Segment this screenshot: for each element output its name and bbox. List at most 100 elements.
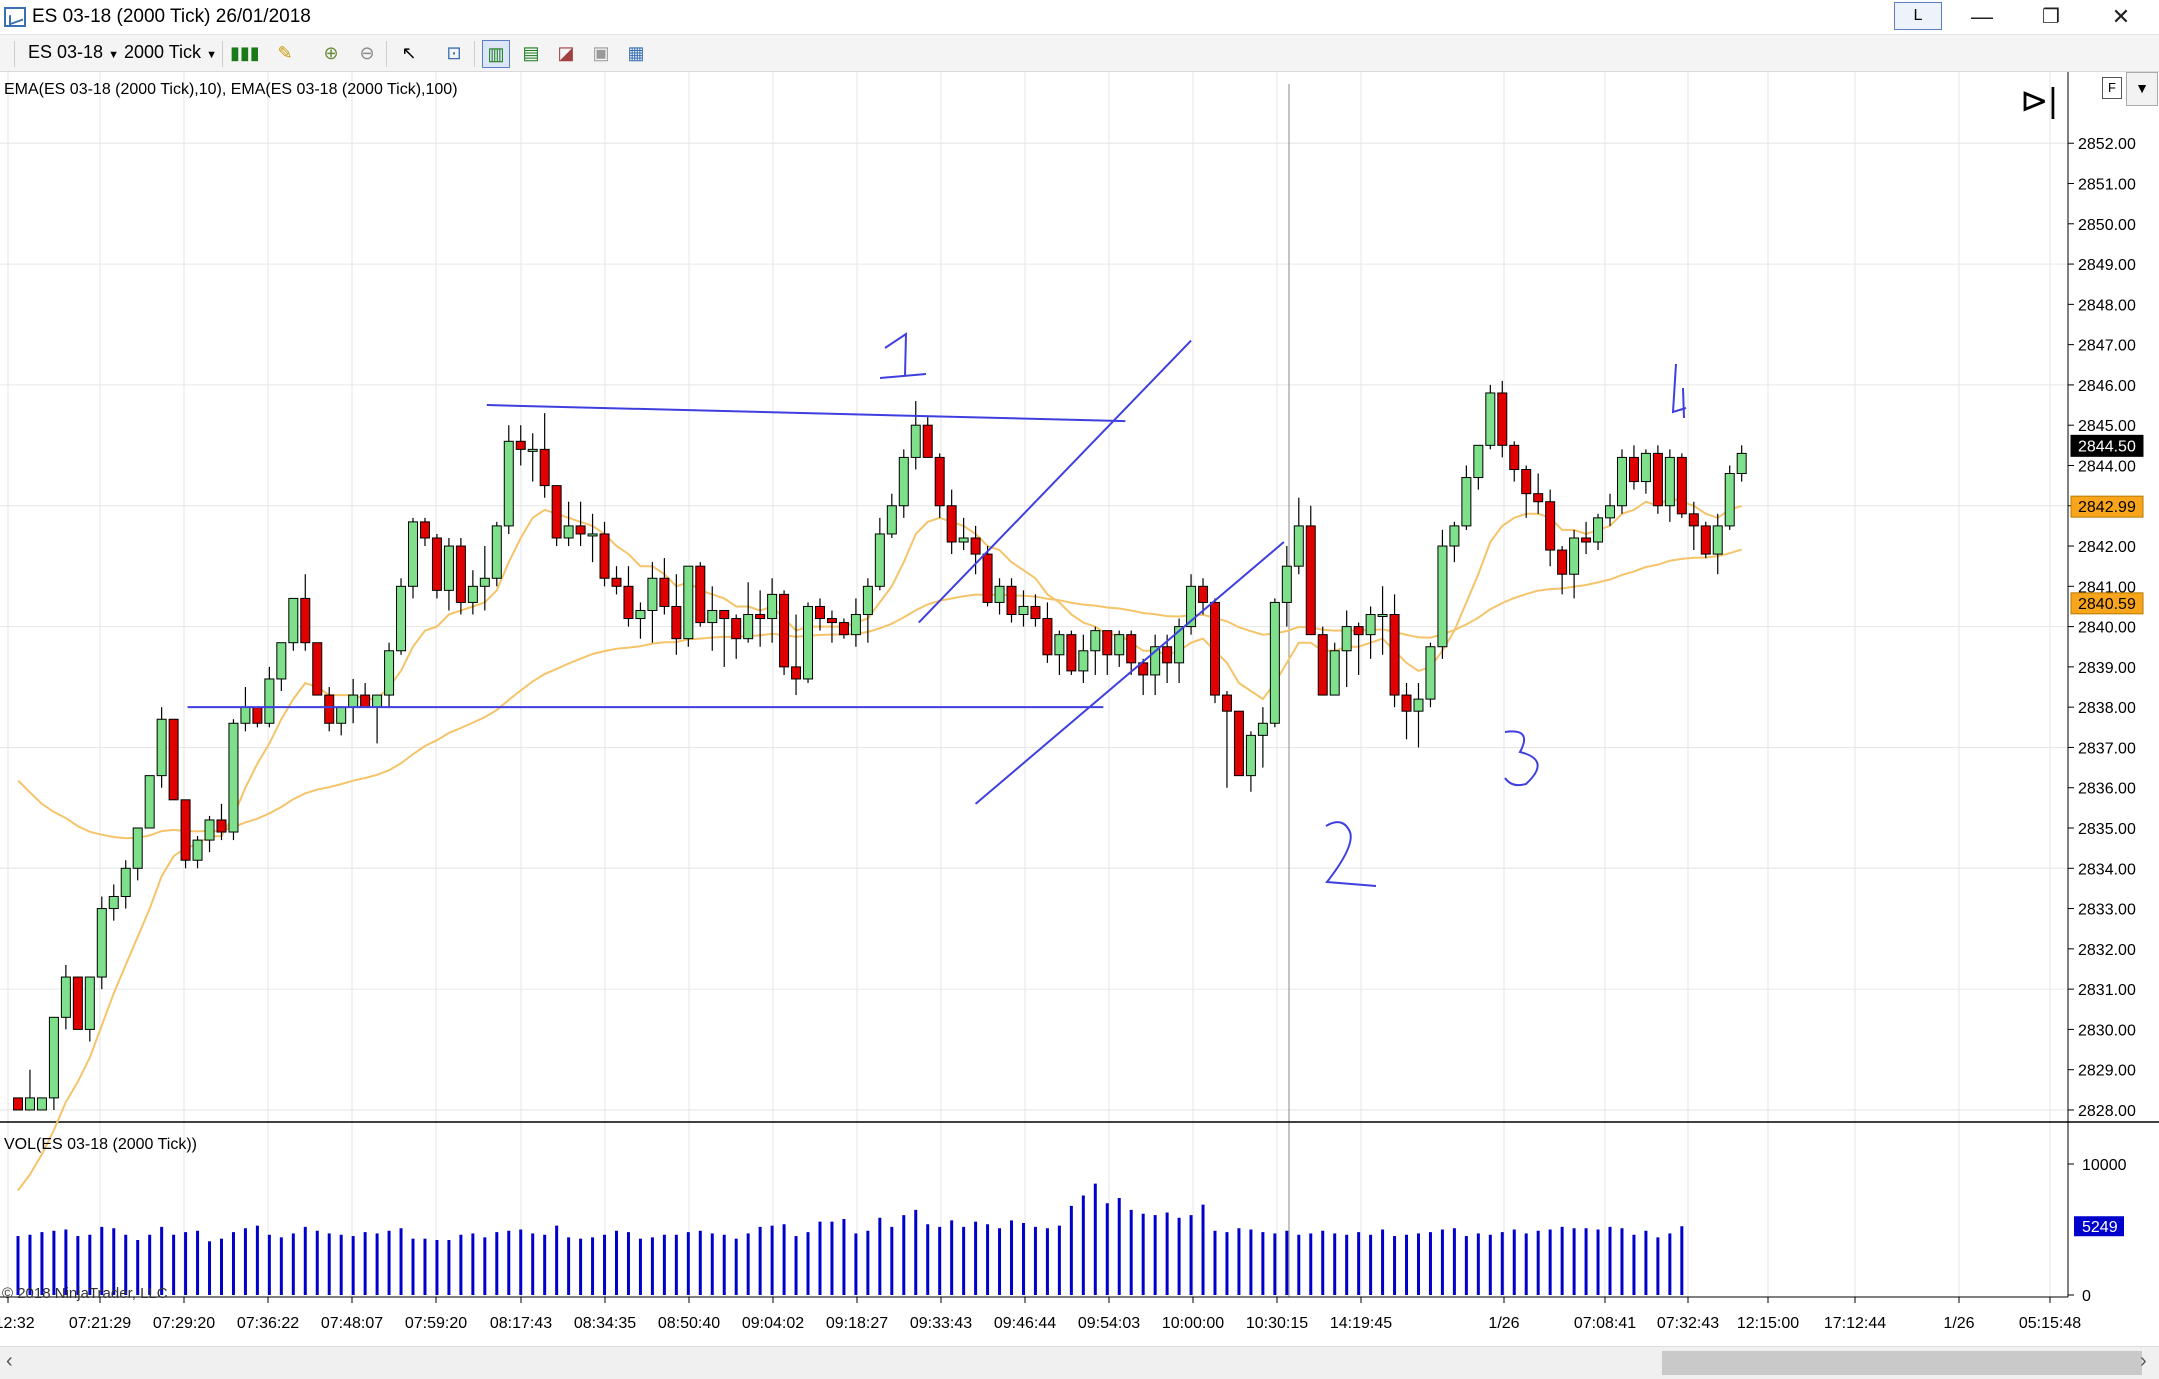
candle-body[interactable] xyxy=(13,1097,23,1111)
indicators-icon[interactable]: ◪ xyxy=(553,40,579,66)
candle-body[interactable] xyxy=(1341,626,1352,652)
strategies-icon[interactable]: ▤ xyxy=(518,40,544,66)
candle-body[interactable] xyxy=(563,525,574,539)
scroll-left-icon[interactable]: ‹ xyxy=(6,1350,13,1373)
candle-body[interactable] xyxy=(1509,444,1520,471)
candle-body[interactable] xyxy=(587,533,598,537)
candle-body[interactable] xyxy=(970,537,981,555)
candle-body[interactable] xyxy=(1257,722,1268,736)
candle-body[interactable] xyxy=(755,614,766,620)
candle-body[interactable] xyxy=(1066,634,1077,672)
candle-body[interactable] xyxy=(850,614,861,636)
candle-body[interactable] xyxy=(1736,452,1747,475)
chart-trader-icon[interactable]: ▥ xyxy=(482,40,510,68)
candle-body[interactable] xyxy=(695,565,706,624)
candle-body[interactable] xyxy=(671,605,682,640)
candle-body[interactable] xyxy=(1593,517,1604,543)
candle-body[interactable] xyxy=(192,839,203,861)
candle-body[interactable] xyxy=(982,553,993,603)
candle-body[interactable] xyxy=(599,533,610,579)
candle-body[interactable] xyxy=(1437,545,1448,648)
candle-body[interactable] xyxy=(539,448,550,487)
candle-body[interactable] xyxy=(779,593,790,668)
candle-body[interactable] xyxy=(731,618,742,640)
chevron-down-icon[interactable]: ▼ xyxy=(2126,72,2158,106)
scrollbar-thumb[interactable] xyxy=(1662,1351,2142,1375)
candle-body[interactable] xyxy=(1724,473,1735,527)
candle-body[interactable] xyxy=(216,819,227,833)
candle-body[interactable] xyxy=(276,642,287,680)
candle-body[interactable] xyxy=(419,521,430,539)
restore-button[interactable]: ❐ xyxy=(2021,0,2081,34)
candle-body[interactable] xyxy=(1353,626,1364,636)
candle-body[interactable] xyxy=(431,537,442,591)
candle-body[interactable] xyxy=(647,577,658,611)
zoom-out-icon[interactable]: ⊖ xyxy=(354,40,380,66)
candle-body[interactable] xyxy=(168,718,179,801)
candle-body[interactable] xyxy=(611,577,622,587)
candle-body[interactable] xyxy=(1221,694,1232,712)
horizontal-scrollbar[interactable]: ‹ › xyxy=(0,1346,2159,1379)
candle-body[interactable] xyxy=(372,694,383,708)
candle-body[interactable] xyxy=(144,775,155,829)
candle-body[interactable] xyxy=(1030,605,1041,620)
candle-body[interactable] xyxy=(1162,646,1173,664)
resistance-line[interactable] xyxy=(486,404,1126,423)
candle-body[interactable] xyxy=(1210,601,1220,696)
candle-body[interactable] xyxy=(1461,477,1472,527)
candle-body[interactable] xyxy=(719,609,730,620)
candle-body[interactable] xyxy=(180,799,191,861)
candle-body[interactable] xyxy=(228,722,239,833)
candle-body[interactable] xyxy=(1293,525,1304,567)
candle-body[interactable] xyxy=(814,605,825,620)
candle-body[interactable] xyxy=(910,424,921,458)
scroll-right-icon[interactable]: › xyxy=(2140,1350,2147,1373)
candle-body[interactable] xyxy=(252,706,263,724)
candle-body[interactable] xyxy=(1640,452,1651,483)
candle-body[interactable] xyxy=(1269,601,1280,724)
candle-body[interactable] xyxy=(1485,392,1496,446)
candle-body[interactable] xyxy=(1616,456,1627,507)
candle-body[interactable] xyxy=(1317,634,1328,696)
candle-body[interactable] xyxy=(826,618,837,624)
candle-body[interactable] xyxy=(1581,537,1592,543)
candle-body[interactable] xyxy=(1605,505,1616,519)
candle-body[interactable] xyxy=(336,706,347,724)
candle-body[interactable] xyxy=(1389,614,1400,696)
candle-body[interactable] xyxy=(300,597,311,644)
candle-body[interactable] xyxy=(1545,501,1556,551)
candlestick-style-icon[interactable]: ▮▮▮ xyxy=(230,40,260,66)
candle-body[interactable] xyxy=(1018,605,1029,616)
candle-body[interactable] xyxy=(1365,614,1376,636)
candle-body[interactable] xyxy=(1198,585,1209,603)
candle-body[interactable] xyxy=(1329,650,1340,696)
chart-area[interactable]: 2852.00 2851.00 2850.00 2849.00 2848.00 2847.… xyxy=(0,72,2159,1352)
candle-body[interactable] xyxy=(408,521,419,587)
candle-body[interactable] xyxy=(120,867,131,897)
candle-body[interactable] xyxy=(659,577,670,607)
pointer-tool-icon[interactable]: ↖ xyxy=(396,40,422,66)
channel-upper-line[interactable] xyxy=(918,339,1192,624)
candle-body[interactable] xyxy=(1090,630,1101,652)
candle-body[interactable] xyxy=(479,577,490,587)
candle-body[interactable] xyxy=(1676,456,1687,515)
candle-body[interactable] xyxy=(312,642,323,696)
candle-body[interactable] xyxy=(803,605,814,680)
candle-body[interactable] xyxy=(455,545,466,603)
candle-body[interactable] xyxy=(156,718,167,777)
minimize-button[interactable]: — xyxy=(1952,0,2012,34)
close-button[interactable]: ✕ xyxy=(2091,0,2151,34)
candle-body[interactable] xyxy=(1102,630,1113,656)
candle-body[interactable] xyxy=(515,440,526,450)
candle-body[interactable] xyxy=(635,609,646,620)
candle-body[interactable] xyxy=(204,819,215,841)
candle-body[interactable] xyxy=(1712,525,1723,555)
candle-body[interactable] xyxy=(1473,444,1484,479)
candle-body[interactable] xyxy=(1569,537,1580,575)
zoom-in-icon[interactable]: ⊕ xyxy=(318,40,344,66)
candle-body[interactable] xyxy=(324,694,335,724)
candle-body[interactable] xyxy=(443,545,454,591)
candle-body[interactable] xyxy=(707,609,718,624)
candle-body[interactable] xyxy=(1305,525,1316,636)
candle-body[interactable] xyxy=(132,827,143,869)
